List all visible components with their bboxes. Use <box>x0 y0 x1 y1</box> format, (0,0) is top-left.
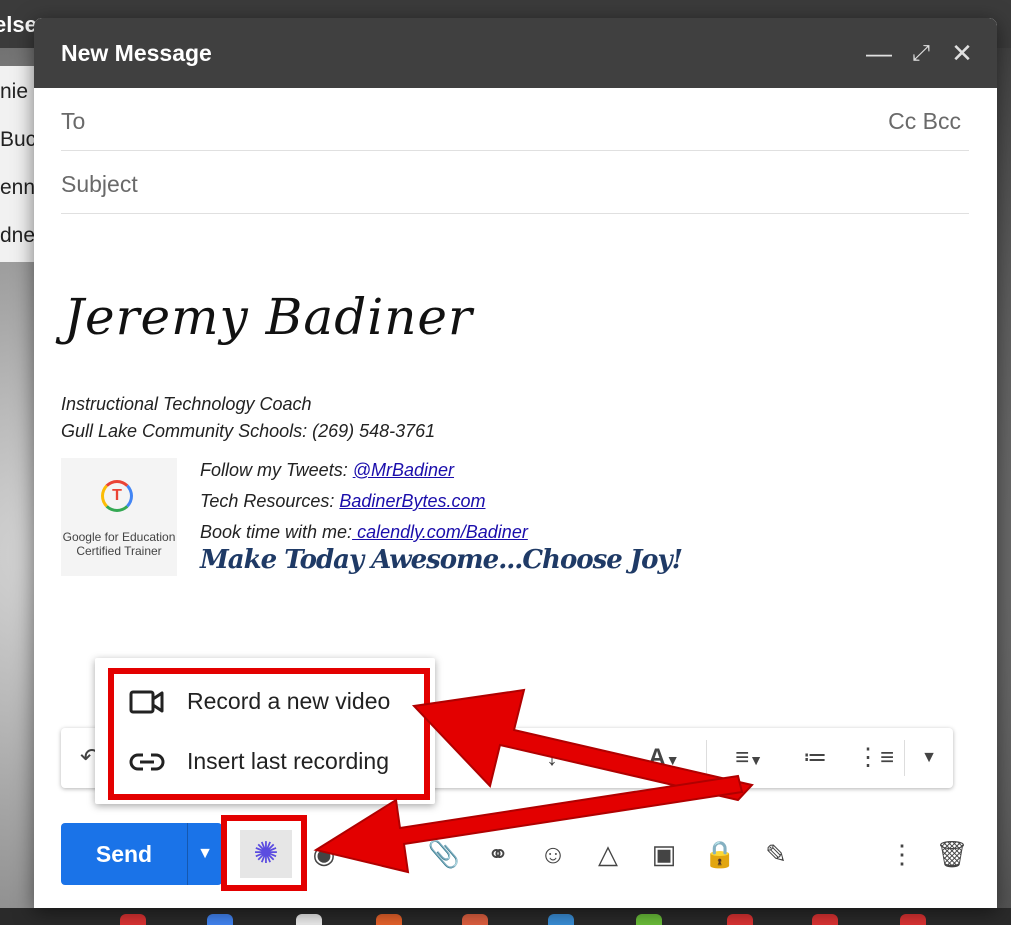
send-button[interactable]: Send <box>61 823 187 885</box>
taskbar-app-icon[interactable] <box>296 914 322 925</box>
badge-line2: Certified Trainer <box>76 544 162 558</box>
signature-org: Gull Lake Community Schools: (269) 548-3… <box>61 421 436 441</box>
link-icon <box>129 753 165 771</box>
insert-link-icon[interactable]: ⚭ <box>480 836 516 872</box>
extension-icon[interactable]: ◉ <box>306 836 342 872</box>
taskbar-app-icon[interactable] <box>727 914 753 925</box>
more-options-icon[interactable]: ⋮ <box>884 836 920 872</box>
minimize-icon[interactable]: — <box>864 38 894 68</box>
numbered-list-icon[interactable]: ≔ <box>799 742 831 774</box>
signature-pen-icon[interactable]: ✎ <box>758 836 794 872</box>
compose-header: New Message — ⤢ ✕ <box>34 18 997 88</box>
taskbar-app-icon[interactable] <box>548 914 574 925</box>
tweets-line: Follow my Tweets: @MrBadiner <box>200 460 455 480</box>
cc-bcc-link[interactable]: Cc Bcc <box>888 108 961 135</box>
compose-title: New Message <box>61 40 212 66</box>
taskbar-app-icon[interactable] <box>120 914 146 925</box>
subject-placeholder: Subject <box>61 171 138 197</box>
send-options-chevron-icon[interactable]: ▼ <box>187 823 222 885</box>
google-certified-trainer-badge: T Google for Education Certified Trainer <box>61 458 177 576</box>
confidential-mode-icon[interactable]: 🔒 <box>702 836 738 872</box>
calendly-link[interactable]: calendly.com/Badiner <box>352 522 528 542</box>
taskbar-app-icon[interactable] <box>462 914 488 925</box>
google-drive-icon[interactable]: △ <box>590 836 626 872</box>
signature-tagline: Make Today Awesome...Choose Joy! <box>200 545 683 575</box>
insert-photo-icon[interactable]: ▣ <box>646 836 682 872</box>
subject-field[interactable]: Subject <box>61 151 969 214</box>
resources-link[interactable]: BadinerBytes.com <box>339 491 485 511</box>
text-size-icon[interactable]: ↕ <box>537 742 567 774</box>
screen-recorder-extension-icon[interactable]: ✺ <box>240 830 292 878</box>
more-formatting-icon[interactable]: ▼ <box>917 742 941 774</box>
taskbar-app-icon[interactable] <box>376 914 402 925</box>
to-field[interactable]: To Cc Bcc <box>61 88 969 151</box>
to-label: To <box>61 108 86 134</box>
book-line: Book time with me: calendly.com/Badiner <box>200 522 528 542</box>
tweets-link[interactable]: @MrBadiner <box>353 460 454 480</box>
taskbar-app-icon[interactable] <box>900 914 926 925</box>
taskbar-app-icon[interactable] <box>812 914 838 925</box>
badge-line1: Google for Education <box>62 530 176 544</box>
close-icon[interactable]: ✕ <box>947 38 977 68</box>
insert-last-recording-item[interactable]: Insert last recording <box>95 734 435 790</box>
text-color-icon[interactable]: A▼ <box>639 742 689 774</box>
taskbar-app-icon[interactable] <box>636 914 662 925</box>
bulleted-list-icon[interactable]: ⋮≡ <box>856 742 894 774</box>
expand-icon[interactable]: ⤢ <box>906 38 936 68</box>
align-icon[interactable]: ≡▼ <box>721 742 777 774</box>
insert-last-recording-label: Insert last recording <box>187 748 389 774</box>
record-new-video-label: Record a new video <box>187 688 391 714</box>
discard-trash-icon[interactable]: 🗑 <box>934 836 970 872</box>
attach-icon[interactable]: 📎 <box>426 836 462 872</box>
emoji-icon[interactable]: ☺ <box>535 836 571 872</box>
record-new-video-item[interactable]: Record a new video <box>95 674 435 730</box>
resources-line: Tech Resources: BadinerBytes.com <box>200 491 486 511</box>
taskbar-app-icon[interactable] <box>207 914 233 925</box>
signature-handwritten-name: Jeremy Badiner <box>64 288 473 346</box>
recorder-popup-menu: Record a new video Insert last recording <box>95 658 435 804</box>
video-camera-icon <box>129 690 164 714</box>
topbar-text: else <box>0 12 37 37</box>
signature-role: Instructional Technology Coach <box>61 394 312 414</box>
taskbar <box>0 908 1011 925</box>
